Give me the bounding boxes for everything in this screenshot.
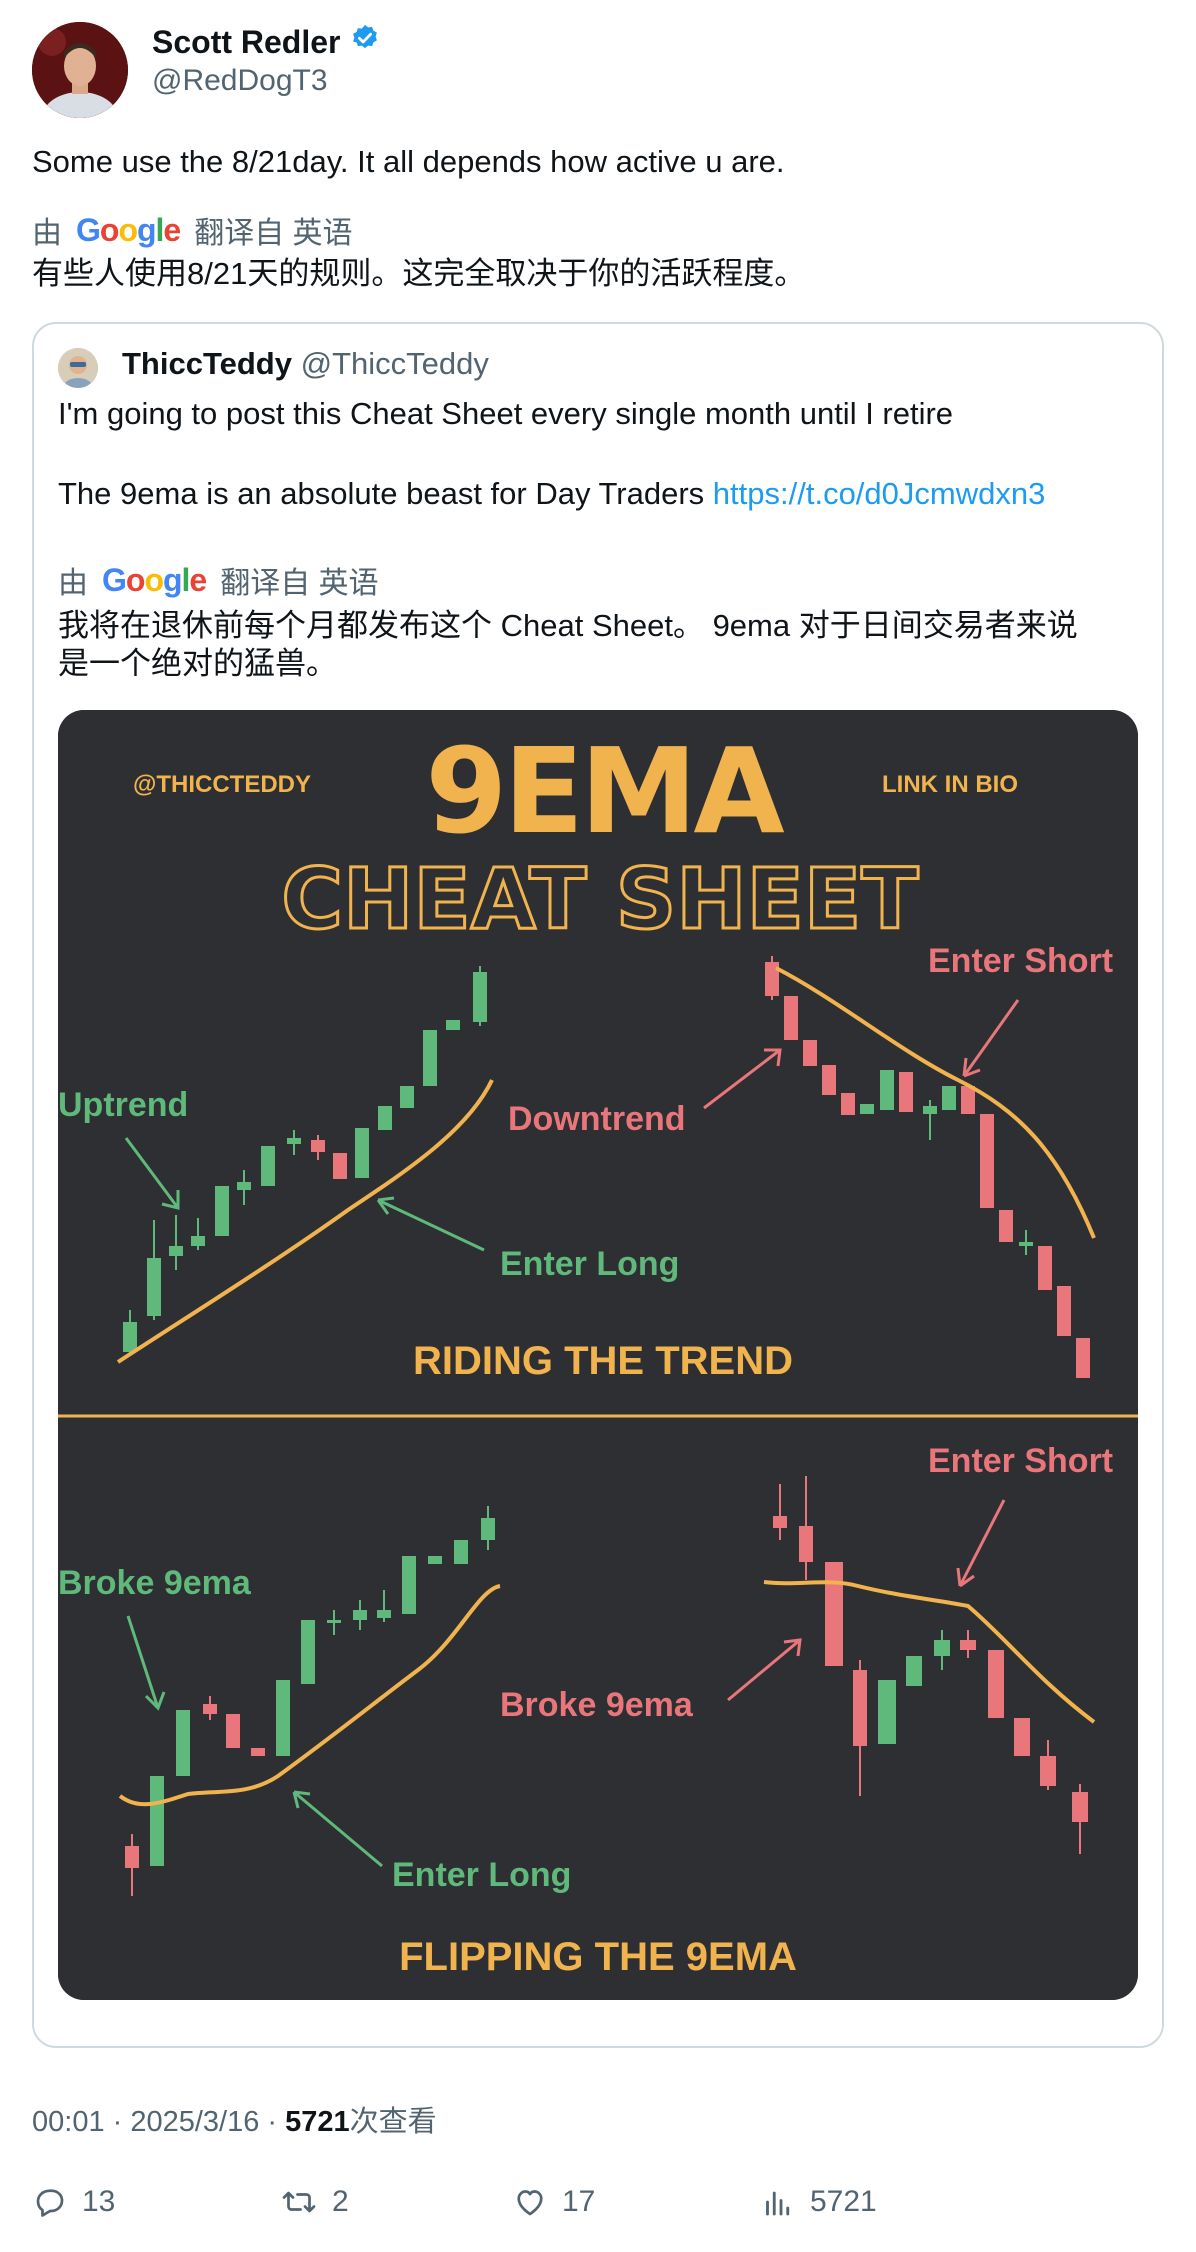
author-name[interactable]: Scott Redler xyxy=(152,22,380,62)
translated-text: 有些人使用8/21天的规则。这完全取决于你的活跃程度。 xyxy=(32,256,806,291)
action-bar: 13 2 17 5721 xyxy=(32,2184,1164,2228)
label-enter-long-2: Enter Long xyxy=(392,1856,571,1894)
quote-text-body: The 9ema is an absolute beast for Day Tr… xyxy=(58,476,713,511)
quote-text-line2: The 9ema is an absolute beast for Day Tr… xyxy=(58,474,1045,514)
views-button[interactable]: 5721 xyxy=(760,2184,877,2220)
cheat-title: 9EMA xyxy=(425,722,784,860)
tweet-text: Some use the 8/21day. It all depends how… xyxy=(32,144,785,179)
quote-author[interactable]: ThiccTeddy @ThiccTeddy xyxy=(122,344,489,384)
quote-translation-suffix: 翻译自 英语 xyxy=(220,567,379,600)
reply-icon xyxy=(36,2189,64,2217)
quote-text-line1: I'm going to post this Cheat Sheet every… xyxy=(58,396,954,431)
reply-button[interactable]: 13 xyxy=(32,2184,115,2220)
quote-translated-line2: 是一个绝对的猛兽。 xyxy=(58,646,337,681)
author-avatar[interactable] xyxy=(32,22,128,118)
translation-label: 由 Google 翻译自 英语 xyxy=(32,208,353,252)
views-count: 5721 xyxy=(810,2185,877,2218)
quote-author-name[interactable]: ThiccTeddy xyxy=(122,346,292,381)
cheat-sheet-image[interactable]: @THICCTEDDY 9EMA LINK IN BIO CHEAT SHEET xyxy=(58,710,1138,2000)
retweet-icon xyxy=(282,2191,316,2213)
quote-author-handle[interactable]: @ThiccTeddy xyxy=(301,346,489,381)
cheat-handle: @THICCTEDDY xyxy=(133,771,311,798)
quote-translation-label: 由 Google 翻译自 英语 xyxy=(58,558,379,602)
cheat-link-label: LINK IN BIO xyxy=(882,771,1018,798)
label-enter-short-1: Enter Short xyxy=(928,942,1113,980)
quote-translation-prefix: 由 xyxy=(58,567,88,600)
tweet-views-label: 次查看 xyxy=(349,2106,437,2138)
section-flipping-the-9ema: FLIPPING THE 9EMA xyxy=(399,1935,797,1979)
tweet-meta: 00:01 · 2025/3/16 · 5721次查看 xyxy=(32,2106,437,2138)
google-logo: Google xyxy=(76,211,181,248)
tweet-time[interactable]: 00:01 xyxy=(32,2106,105,2138)
section-riding-the-trend: RIDING THE TREND xyxy=(413,1339,793,1383)
label-enter-long-1: Enter Long xyxy=(500,1245,679,1283)
quote-link[interactable]: https://t.co/d0Jcmwdxn3 xyxy=(713,476,1046,511)
label-enter-short-2: Enter Short xyxy=(928,1442,1113,1480)
tweet-date[interactable]: 2025/3/16 xyxy=(130,2106,259,2138)
retweet-button[interactable]: 2 xyxy=(280,2184,349,2220)
label-broke-9ema-left: Broke 9ema xyxy=(58,1564,252,1602)
like-button[interactable]: 17 xyxy=(512,2184,595,2220)
author-name-text[interactable]: Scott Redler xyxy=(152,22,340,62)
translation-suffix: 翻译自 英语 xyxy=(194,217,353,250)
tweet-view-count: 5721 xyxy=(285,2106,350,2138)
quote-author-avatar[interactable] xyxy=(58,348,98,388)
label-uptrend: Uptrend xyxy=(58,1086,188,1124)
analytics-icon xyxy=(766,2191,790,2216)
reply-count: 13 xyxy=(82,2185,116,2218)
label-downtrend: Downtrend xyxy=(508,1100,686,1138)
label-broke-9ema-right: Broke 9ema xyxy=(500,1686,694,1724)
author-handle[interactable]: @RedDogT3 xyxy=(152,62,328,100)
translation-prefix: 由 xyxy=(32,217,62,250)
quote-translated-line1: 我将在退休前每个月都发布这个 Cheat Sheet。 9ema 对于日间交易者… xyxy=(58,608,1078,643)
heart-icon xyxy=(517,2190,543,2216)
retweet-count: 2 xyxy=(332,2185,349,2218)
verified-badge-icon xyxy=(350,22,380,62)
cheat-subtitle: CHEAT SHEET xyxy=(281,850,918,948)
quote-google-logo: Google xyxy=(102,561,207,598)
like-count: 17 xyxy=(562,2185,596,2218)
